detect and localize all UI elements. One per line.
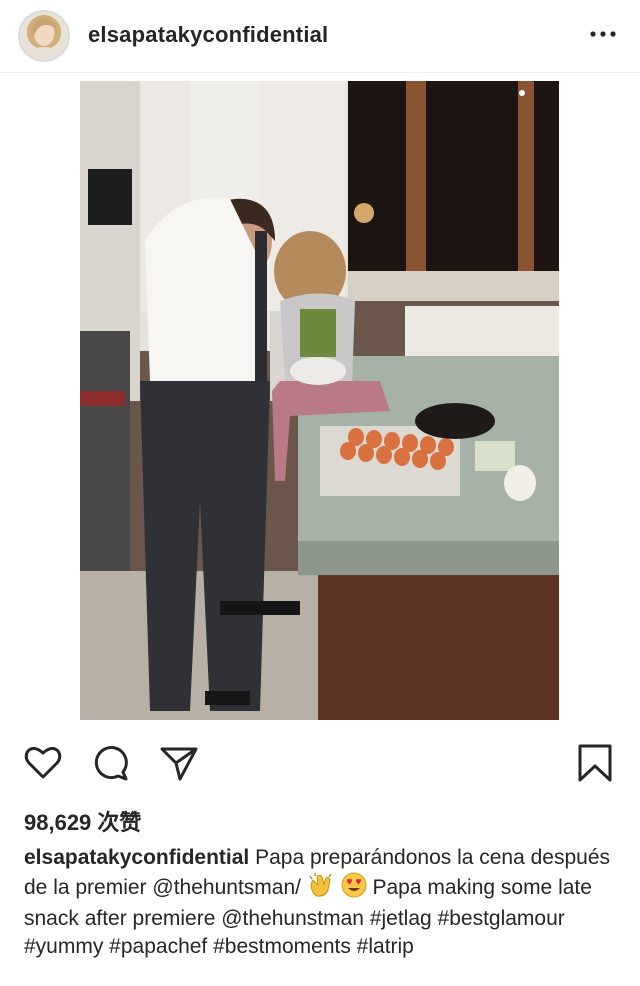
caption-username[interactable]: elsapatakyconfidential xyxy=(24,846,249,869)
post-username[interactable]: elsapatakyconfidential xyxy=(88,22,328,48)
post-photo[interactable] xyxy=(80,81,559,720)
heart-eyes-icon xyxy=(341,872,367,906)
more-dots-icon[interactable] xyxy=(588,24,618,44)
heart-icon[interactable] xyxy=(22,742,64,784)
clapping-hands-icon xyxy=(307,872,335,906)
comment-icon[interactable] xyxy=(90,742,132,784)
paper-plane-icon[interactable] xyxy=(158,742,200,784)
post-actions xyxy=(0,730,640,794)
bookmark-icon[interactable] xyxy=(574,742,616,784)
post-caption: elsapatakyconfidential Papa preparándono… xyxy=(24,844,624,960)
post-header: elsapatakyconfidential xyxy=(0,0,640,73)
likes-count[interactable]: 98,629 次赞 xyxy=(24,805,141,837)
avatar[interactable] xyxy=(18,10,70,62)
